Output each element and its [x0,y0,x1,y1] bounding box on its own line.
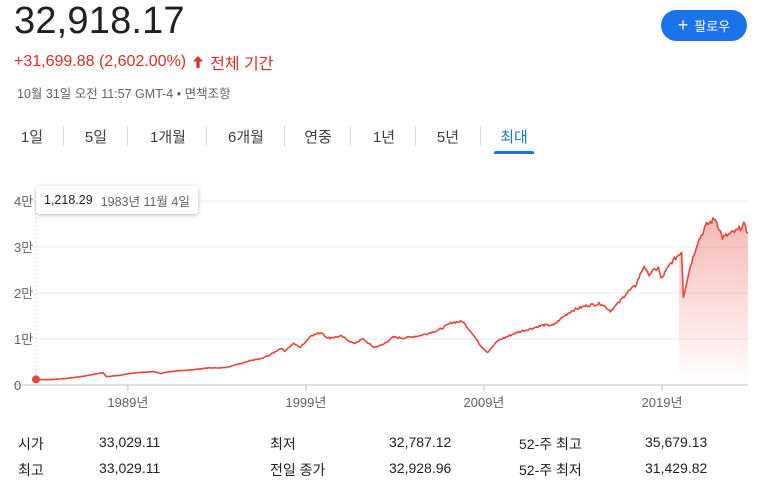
y-tick-label: 1만 [14,332,33,347]
x-tick-label: 2019년 [642,395,683,410]
stat-label: 52-주 최고 [519,436,582,452]
tab-divider [480,126,481,146]
plus-icon: + [677,14,689,35]
tab-5d[interactable]: 5일 [78,118,114,154]
chart-tooltip: 1,218.29 1983년 11월 4일 [36,186,198,214]
tab-divider [206,126,207,146]
x-tick-label: 2009년 [464,395,505,410]
stat-label: 52-주 최저 [519,462,582,478]
tab-divider [284,126,285,146]
stat-label: 최저 [270,436,296,452]
current-price: 32,918.17 [14,0,185,42]
y-tick-label: 3만 [14,240,33,255]
price-chart-svg: 0 1만 2만 3만 4만 1989년 1999년 2009년 2019년 [14,194,749,410]
stat-value: 33,029.11 [99,434,161,450]
follow-button-label: 팔로우 [694,19,731,34]
change-value: +31,699.88 (2,602.00%) [14,53,187,70]
hover-point [32,375,40,384]
stat-value: 35,679.13 [645,434,708,450]
tooltip-value: 1,218.29 [44,193,93,207]
y-tick-label: 0 [14,378,21,393]
tab-divider [415,126,416,146]
stat-value: 32,787.12 [389,434,452,450]
tab-divider [350,126,351,146]
follow-button[interactable]: + 팔로우 [661,10,747,41]
tab-1m[interactable]: 1개월 [141,118,195,154]
series-area [679,218,748,385]
stat-value: 33,029.11 [99,460,161,476]
stat-value: 32,928.96 [389,460,452,476]
tab-1y[interactable]: 1년 [364,118,404,154]
tab-6m[interactable]: 6개월 [219,118,273,154]
stat-label: 전일 종가 [270,462,326,478]
tab-1d[interactable]: 1일 [14,118,50,154]
x-tick-label: 1989년 [107,395,148,410]
tab-5y[interactable]: 5년 [428,118,468,154]
price-chart[interactable]: 0 1만 2만 3만 4만 1989년 1999년 2009년 2019년 [0,180,757,415]
tooltip-date: 1983년 11월 4일 [100,194,190,209]
x-tick-label: 1999년 [285,395,326,410]
range-tabs: 1일 5일 1개월 6개월 연중 1년 5년 최대 [0,118,757,154]
arrow-up-icon [193,56,204,68]
change-period: 전체 기간 [210,56,274,73]
tab-divider [127,126,128,146]
stat-label: 시가 [18,436,44,452]
timestamp-disclaimer: 10월 31일 오전 11:57 GMT-4 • 면책조항 [17,87,231,101]
stat-label: 최고 [18,462,44,478]
tab-divider [63,126,64,146]
tab-ytd[interactable]: 연중 [298,118,338,154]
y-tick-label: 2만 [14,286,33,301]
stat-value: 31,429.82 [645,460,708,476]
tab-max[interactable]: 최대 [494,118,534,154]
y-tick-label: 4만 [14,194,33,209]
price-change: +31,699.88 (2,602.00%) 전체 기간 [14,50,273,74]
series-line [36,217,749,381]
